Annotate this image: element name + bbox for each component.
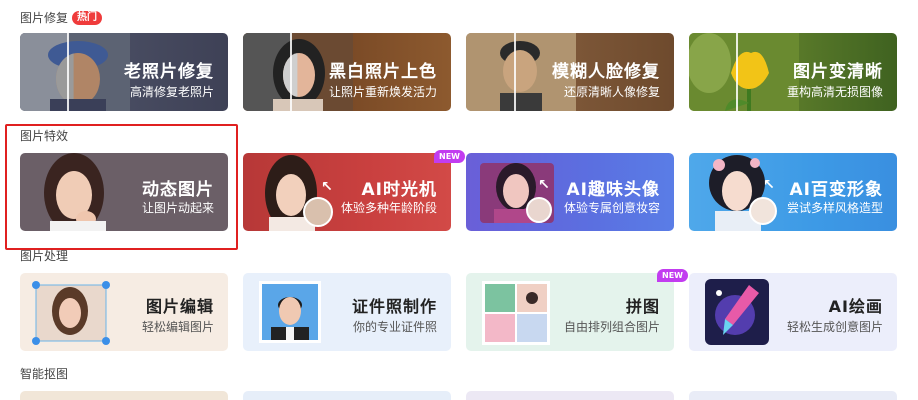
section-title-repair: 图片修复 热门 bbox=[20, 10, 103, 26]
card-subtitle: 轻松编辑图片 bbox=[141, 320, 214, 334]
arrow-icon: ↖ bbox=[538, 177, 550, 193]
card-subtitle: 重构高清无损图像 bbox=[786, 85, 883, 99]
before-after-divider bbox=[67, 33, 69, 111]
section-title-cutout: 智能抠图 bbox=[20, 366, 68, 382]
card-title: AI绘画 bbox=[828, 297, 883, 316]
card-id-photo[interactable]: 证件照制作 你的专业证件照 bbox=[243, 273, 451, 351]
section-title-text: 图片修复 bbox=[20, 11, 69, 25]
card-title: AI百变形象 bbox=[789, 180, 883, 200]
card-colorize-photo[interactable]: 黑白照片上色 让照片重新焕发活力 bbox=[243, 33, 451, 111]
face-thumbnail bbox=[749, 197, 777, 225]
card-subtitle: 高清修复老照片 bbox=[129, 85, 214, 99]
card-cutout-4[interactable] bbox=[689, 391, 897, 400]
selection-highlight-box bbox=[5, 124, 238, 250]
before-after-divider bbox=[736, 33, 738, 111]
old-woman-thumbnail bbox=[303, 197, 333, 227]
collage-preview bbox=[482, 281, 550, 345]
before-after-divider bbox=[514, 33, 516, 111]
section-title-processing: 图片处理 bbox=[20, 248, 68, 264]
card-old-photo-repair[interactable]: 老照片修复 高清修复老照片 bbox=[20, 33, 228, 111]
card-subtitle: 还原清晰人像修复 bbox=[563, 85, 660, 99]
card-subtitle: 尝试多样风格造型 bbox=[786, 201, 883, 215]
section-title-text: 图片处理 bbox=[20, 249, 69, 263]
before-after-divider bbox=[290, 33, 292, 111]
face-thumbnail bbox=[526, 197, 552, 223]
card-title: 老照片修复 bbox=[124, 62, 214, 82]
card-collage[interactable]: 拼图 自由排列组合图片 bbox=[466, 273, 674, 351]
card-ai-painting[interactable]: AI绘画 轻松生成创意图片 bbox=[689, 273, 897, 351]
card-subtitle: 自由排列组合图片 bbox=[563, 320, 660, 334]
card-image-edit[interactable]: 图片编辑 轻松编辑图片 bbox=[20, 273, 228, 351]
card-title: 图片编辑 bbox=[145, 297, 214, 316]
card-title: AI趣味头像 bbox=[566, 180, 660, 200]
card-title: 图片变清晰 bbox=[793, 62, 883, 82]
hot-badge: 热门 bbox=[72, 11, 103, 25]
ai-painting-preview bbox=[705, 279, 769, 345]
card-title: AI时光机 bbox=[361, 180, 437, 200]
id-photo-preview bbox=[259, 281, 321, 343]
card-title: 黑白照片上色 bbox=[329, 62, 437, 82]
card-subtitle: 体验专属创意妆容 bbox=[563, 201, 660, 215]
old-man-photo bbox=[20, 33, 130, 111]
card-cutout-3[interactable] bbox=[466, 391, 674, 400]
card-ai-style-change[interactable]: ↖ AI百变形象 尝试多样风格造型 bbox=[689, 153, 897, 231]
tulip-photo bbox=[689, 33, 799, 111]
arrow-icon: ↖ bbox=[763, 177, 775, 193]
edit-photo-preview bbox=[32, 281, 110, 345]
section-title-text: 智能抠图 bbox=[20, 367, 69, 381]
new-badge: NEW bbox=[434, 150, 465, 163]
card-image-enhance[interactable]: 图片变清晰 重构高清无损图像 bbox=[689, 33, 897, 111]
card-blur-face-repair[interactable]: 模糊人脸修复 还原清晰人像修复 bbox=[466, 33, 674, 111]
new-badge: NEW bbox=[657, 269, 688, 282]
card-subtitle: 让照片重新焕发活力 bbox=[328, 85, 437, 99]
card-subtitle: 你的专业证件照 bbox=[352, 320, 437, 334]
card-subtitle: 轻松生成创意图片 bbox=[786, 320, 883, 334]
card-cutout-2[interactable] bbox=[243, 391, 451, 400]
arrow-icon: ↖ bbox=[321, 179, 333, 195]
card-ai-fun-avatar[interactable]: ↖ AI趣味头像 体验专属创意妆容 bbox=[466, 153, 674, 231]
card-subtitle: 体验多种年龄阶段 bbox=[340, 201, 437, 215]
card-ai-time-machine[interactable]: ↖ AI时光机 体验多种年龄阶段 bbox=[243, 153, 451, 231]
card-cutout-1[interactable] bbox=[20, 391, 228, 400]
card-title: 拼图 bbox=[625, 297, 660, 316]
card-title: 证件照制作 bbox=[351, 297, 437, 316]
card-title: 模糊人脸修复 bbox=[552, 62, 660, 82]
